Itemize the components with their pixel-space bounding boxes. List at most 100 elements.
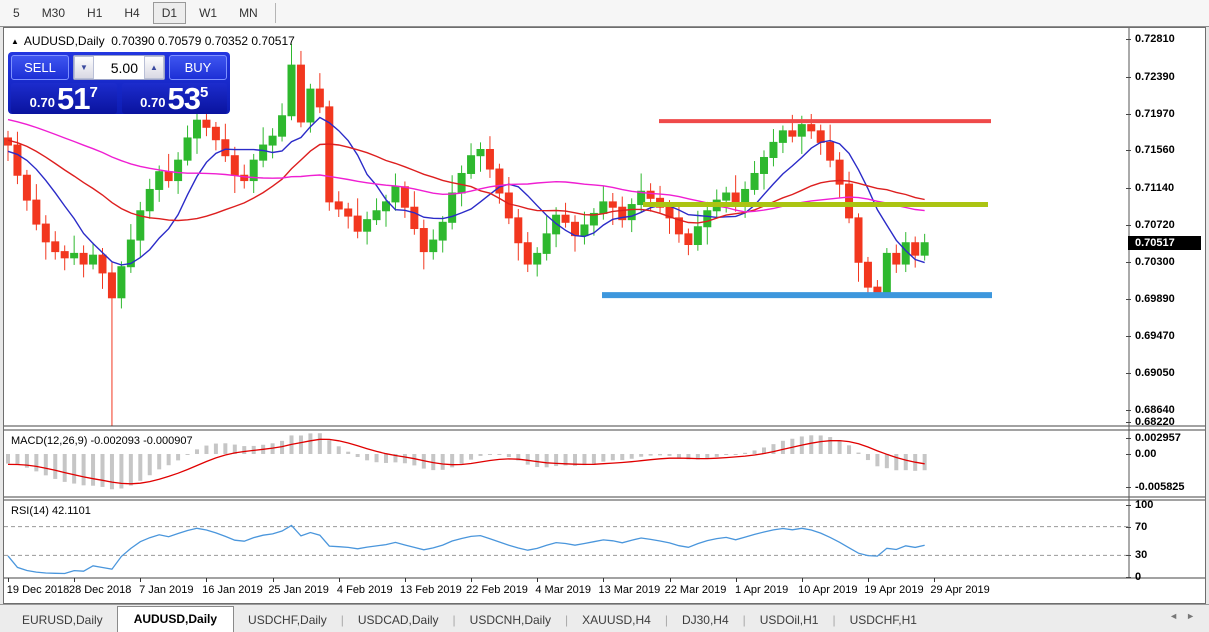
arrow-left-icon[interactable]: ◄	[1169, 611, 1186, 621]
timeframe-button-w1[interactable]: W1	[190, 2, 226, 24]
tab-audusd-daily[interactable]: AUDUSD,Daily	[117, 606, 234, 632]
timeframe-button-5[interactable]: 5	[4, 2, 29, 24]
scale-label: 0	[1135, 571, 1141, 583]
macd-name: MACD(12,26,9)	[11, 435, 87, 447]
time-tick	[537, 578, 538, 582]
scale-label: 0.69470	[1135, 330, 1175, 342]
time-label: 7 Jan 2019	[139, 584, 193, 596]
time-tick	[339, 578, 340, 582]
scale-label: 70	[1135, 521, 1147, 533]
scale-label: -0.005825	[1135, 481, 1185, 493]
time-tick	[140, 578, 141, 582]
sell-price-big: 51	[57, 85, 89, 113]
time-tick	[8, 578, 9, 582]
time-label: 16 Jan 2019	[202, 584, 263, 596]
sell-price-pip: 7	[89, 86, 97, 100]
time-label: 10 Apr 2019	[798, 584, 857, 596]
time-label: 19 Apr 2019	[864, 584, 923, 596]
time-label: 13 Mar 2019	[598, 584, 660, 596]
time-tick	[670, 578, 671, 582]
tab-eurusd-daily[interactable]: EURUSD,Daily	[8, 609, 117, 632]
sell-price-box[interactable]: 0.70517	[11, 83, 117, 114]
scale-tick	[1126, 410, 1131, 411]
time-label: 28 Dec 2018	[69, 584, 131, 596]
tab-xauusd-h4[interactable]: XAUUSD,H4	[568, 609, 665, 632]
scale-label: 0.68220	[1135, 416, 1175, 428]
toolbar-separator	[275, 3, 276, 23]
sell-button[interactable]: SELL	[11, 55, 69, 80]
scale-tick	[1126, 336, 1131, 337]
timeframe-button-m30[interactable]: M30	[33, 2, 74, 24]
buy-button[interactable]: BUY	[169, 55, 227, 80]
scale-label: 0.71970	[1135, 108, 1175, 120]
volume-decrease-button[interactable]: ▼	[74, 56, 94, 79]
tab-scroll-arrows[interactable]: ◄►	[1169, 611, 1203, 621]
volume-value[interactable]: 5.00	[94, 56, 144, 79]
scale-tick	[1126, 188, 1131, 189]
timeframe-toolbar: 5M30H1H4D1W1MN	[0, 0, 1209, 27]
scale-tick	[1126, 422, 1131, 423]
volume-increase-button[interactable]: ▲	[144, 56, 164, 79]
scale-label: 100	[1135, 499, 1153, 511]
scale-label: 0.72810	[1135, 33, 1175, 45]
arrow-right-icon[interactable]: ►	[1186, 611, 1203, 621]
time-tick	[802, 578, 803, 582]
scale-tick	[1126, 505, 1131, 506]
macd-label: MACD(12,26,9) -0.002093 -0.000907	[11, 435, 193, 447]
scale-tick	[1126, 527, 1131, 528]
scale-label: 0.71140	[1135, 182, 1174, 194]
scale-tick	[1126, 577, 1131, 578]
tab-usdcnh-daily[interactable]: USDCNH,Daily	[456, 609, 565, 632]
scale-tick	[1126, 77, 1131, 78]
scale-tick	[1126, 39, 1131, 40]
triangle-up-icon: ▲	[11, 37, 19, 46]
chevron-down-icon: ▼	[80, 63, 88, 72]
current-price-badge: 0.70517	[1128, 236, 1201, 250]
scale-tick	[1126, 454, 1131, 455]
buy-price-pip: 5	[200, 86, 208, 100]
time-tick	[273, 578, 274, 582]
time-tick	[206, 578, 207, 582]
scale-label: 0.70720	[1135, 219, 1175, 231]
time-tick	[868, 578, 869, 582]
rsi-label: RSI(14) 42.1101	[11, 505, 91, 517]
volume-spinner: ▼ 5.00 ▲	[73, 55, 165, 80]
chart-plot-area[interactable]: ▲ AUDUSD,Daily 0.70390 0.70579 0.70352 0.…	[4, 28, 1205, 603]
symbol-label: AUDUSD,Daily	[24, 34, 105, 48]
ohlc-values: 0.70390 0.70579 0.70352 0.70517	[111, 34, 295, 48]
chart-symbol-title: ▲ AUDUSD,Daily 0.70390 0.70579 0.70352 0.…	[11, 34, 295, 48]
tab-usdcad-daily[interactable]: USDCAD,Daily	[344, 609, 453, 632]
scale-tick	[1126, 438, 1131, 439]
tab-usdchf-daily[interactable]: USDCHF,Daily	[234, 609, 341, 632]
scale-tick	[1126, 487, 1131, 488]
timeframe-button-d1[interactable]: D1	[153, 2, 186, 24]
scale-label: 0.00	[1135, 448, 1156, 460]
time-label: 4 Mar 2019	[535, 584, 591, 596]
scale-tick	[1126, 150, 1131, 151]
tab-usdchf-h1[interactable]: USDCHF,H1	[836, 609, 931, 632]
scale-tick	[1126, 262, 1131, 263]
scale-label: 0.70300	[1135, 256, 1175, 268]
buy-price-box[interactable]: 0.70535	[122, 83, 228, 114]
scale-tick	[1126, 555, 1131, 556]
tab-usdoil-h1[interactable]: USDOil,H1	[746, 609, 833, 632]
time-tick	[736, 578, 737, 582]
macd-values: -0.002093 -0.000907	[90, 435, 192, 447]
buy-price-prefix: 0.70	[140, 93, 165, 113]
time-tick	[471, 578, 472, 582]
scale-label: 30	[1135, 549, 1147, 561]
time-tick	[405, 578, 406, 582]
timeframe-button-mn[interactable]: MN	[230, 2, 267, 24]
scale-tick	[1126, 299, 1131, 300]
time-tick	[74, 578, 75, 582]
timeframe-button-h1[interactable]: H1	[78, 2, 111, 24]
time-tick	[603, 578, 604, 582]
scale-label: 0.69050	[1135, 367, 1175, 379]
tab-dj30-h4[interactable]: DJ30,H4	[668, 609, 743, 632]
rsi-name: RSI(14)	[11, 505, 49, 517]
timeframe-button-h4[interactable]: H4	[115, 2, 148, 24]
scale-label: 0.002957	[1135, 432, 1181, 444]
time-label: 29 Apr 2019	[930, 584, 989, 596]
one-click-trade-panel: SELL ▼ 5.00 ▲ BUY 0.70517 0.70535	[8, 52, 230, 114]
scale-tick	[1126, 114, 1131, 115]
